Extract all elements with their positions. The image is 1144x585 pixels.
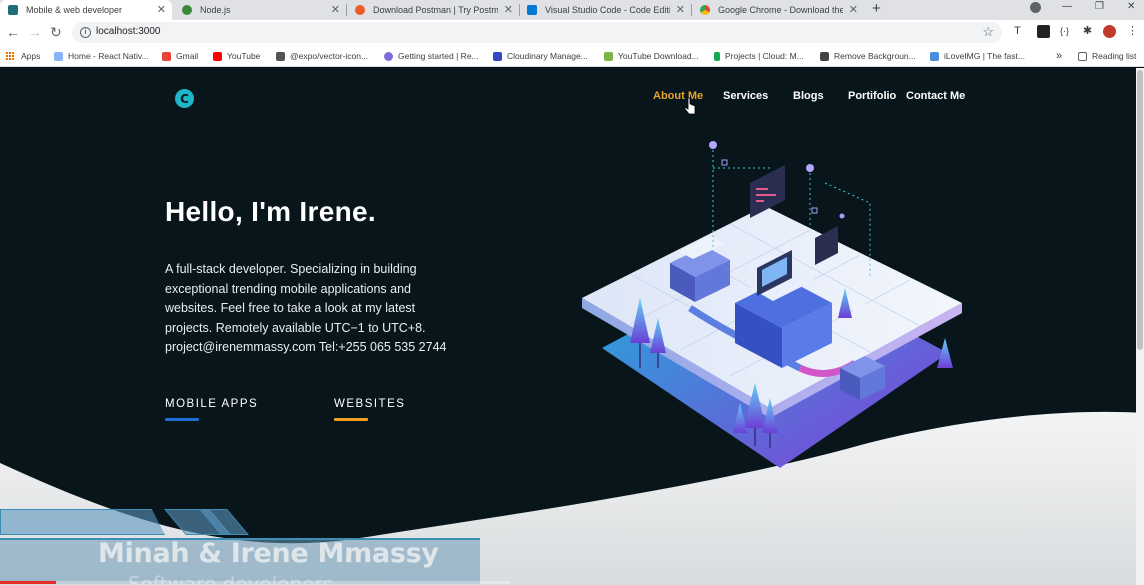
browser-toolbar: ← → ↻ i localhost:3000 ☆ T {·} ✱ ⋮ <box>0 20 1144 45</box>
extensions-puzzle-icon[interactable]: ✱ <box>1081 25 1094 38</box>
minimize-icon[interactable]: — <box>1062 0 1072 14</box>
extension-code-icon[interactable]: {·} <box>1058 25 1071 38</box>
url-text[interactable]: localhost:3000 <box>96 26 161 37</box>
window-close-icon[interactable]: ✕ <box>1127 0 1135 14</box>
reading-list-label: Reading list <box>1092 51 1137 61</box>
scrollbar-thumb[interactable] <box>1137 70 1143 350</box>
close-icon[interactable]: ✕ <box>676 3 685 16</box>
video-progress-fill <box>0 581 57 584</box>
category-underline <box>165 418 199 421</box>
bookmark-getting-started[interactable]: Getting started | Re... <box>384 49 479 63</box>
bookmark-cloudinary[interactable]: Cloudinary Manage... <box>493 49 588 63</box>
bookmark-gmail[interactable]: Gmail <box>162 49 198 63</box>
site-logo[interactable]: C <box>175 89 194 108</box>
isometric-workspace-illustration <box>582 141 962 468</box>
github-icon <box>276 51 285 61</box>
bookmark-youtube-downloader[interactable]: YouTube Download... <box>604 49 699 63</box>
tab-title: Download Postman | Try Postman <box>373 5 498 15</box>
bookmark-star-icon[interactable]: ☆ <box>982 24 994 40</box>
reload-icon[interactable]: ↻ <box>50 23 62 41</box>
bookmark-label: Projects | Cloud: M... <box>725 51 804 61</box>
bookmark-label: YouTube <box>227 51 261 61</box>
tab-strip: Mobile & web developer ✕ Node.js ✕ Downl… <box>0 0 1144 20</box>
redux-icon <box>384 51 393 61</box>
category-underline <box>334 418 368 421</box>
bookmark-label: @expo/vector-icon... <box>290 51 369 61</box>
nav-blogs[interactable]: Blogs <box>793 90 824 102</box>
react-icon <box>54 51 63 61</box>
site-info-icon[interactable]: i <box>80 27 91 38</box>
hero-title: Hello, I'm Irene. <box>165 196 376 227</box>
close-icon[interactable]: ✕ <box>331 3 340 16</box>
category-websites[interactable]: WEBSITES <box>334 398 405 410</box>
tab-favicon-icon <box>8 5 18 15</box>
remove-bg-icon <box>820 51 829 61</box>
category-mobile-apps[interactable]: MOBILE APPS <box>165 398 258 410</box>
new-tab-button[interactable]: + <box>872 0 881 18</box>
tab-favicon-icon <box>527 5 537 15</box>
address-bar[interactable]: i localhost:3000 ☆ <box>72 22 1002 43</box>
bookmark-remove-background[interactable]: Remove Backgroun... <box>820 49 916 63</box>
bookmark-react-native[interactable]: Home - React Nativ... <box>54 49 149 63</box>
forward-icon[interactable]: → <box>28 23 42 41</box>
iloveimg-heart-icon <box>930 51 939 61</box>
tab-chrome-download[interactable]: Google Chrome - Download the ✕ <box>692 0 864 20</box>
extension-dark-icon[interactable] <box>1037 25 1050 38</box>
close-icon[interactable]: ✕ <box>157 3 166 16</box>
cloudinary-icon <box>493 51 502 61</box>
bookmark-label: Home - React Nativ... <box>68 51 149 61</box>
mouse-cursor-icon <box>684 97 696 115</box>
reading-list-icon <box>1078 51 1087 61</box>
gmail-icon <box>162 51 171 61</box>
apps-grid-icon <box>6 52 14 60</box>
tab-title: Google Chrome - Download the <box>718 5 843 15</box>
nav-portifolio[interactable]: Portifolio <box>848 90 896 102</box>
bookmark-mongodb-projects[interactable]: Projects | Cloud: M... <box>714 49 804 63</box>
logo-letter: C <box>180 91 189 106</box>
presenter-name: Minah & Irene Mmassy <box>98 538 439 569</box>
tab-favicon-icon <box>355 5 365 15</box>
youtube-icon <box>213 51 222 61</box>
nav-contact-me[interactable]: Contact Me <box>906 90 965 102</box>
back-icon[interactable]: ← <box>6 23 20 41</box>
tab-title: Mobile & web developer <box>26 5 123 15</box>
user-avatar-icon[interactable] <box>1103 25 1116 38</box>
hero-description: A full-stack developer. Specializing in … <box>165 262 447 354</box>
page-scrollbar[interactable] <box>1136 68 1144 585</box>
tab-postman[interactable]: Download Postman | Try Postman ✕ <box>347 0 520 20</box>
bookmarks-overflow-chevron[interactable]: » <box>1056 49 1062 63</box>
extension-text-icon[interactable]: T <box>1011 25 1024 38</box>
reading-list-button[interactable]: Reading list <box>1078 49 1136 63</box>
profile-icon[interactable] <box>1030 2 1041 13</box>
close-icon[interactable]: ✕ <box>849 3 858 16</box>
bookmark-expo-vector-icons[interactable]: @expo/vector-icon... <box>276 49 368 63</box>
bookmark-iloveimg[interactable]: iLoveIMG | The fast... <box>930 49 1025 63</box>
nav-services[interactable]: Services <box>723 90 768 102</box>
bookmark-label: Gmail <box>176 51 199 61</box>
bookmark-label: Getting started | Re... <box>398 51 479 61</box>
video-progress-bar[interactable] <box>0 581 510 584</box>
tab-nodejs[interactable]: Node.js ✕ <box>174 0 347 20</box>
bookmark-label: YouTube Download... <box>618 51 699 61</box>
portfolio-page: C About Me Services Blogs Portifolio Con… <box>0 68 1144 585</box>
bookmark-label: Remove Backgroun... <box>834 51 916 61</box>
tab-title: Visual Studio Code - Code Editing <box>545 5 670 15</box>
bookmarks-bar: Apps Home - React Nativ... Gmail YouTube… <box>0 45 1144 67</box>
restore-icon[interactable]: ❐ <box>1095 0 1104 14</box>
bookmark-label: iLoveIMG | The fast... <box>944 51 1025 61</box>
android-icon <box>604 51 613 61</box>
mongodb-leaf-icon <box>714 51 720 61</box>
tab-favicon-icon <box>182 5 192 15</box>
tab-title: Node.js <box>200 5 231 15</box>
bookmark-label: Apps <box>21 51 41 61</box>
menu-kebab-icon[interactable]: ⋮ <box>1126 25 1139 38</box>
tab-favicon-icon <box>700 5 710 15</box>
close-icon[interactable]: ✕ <box>504 3 513 16</box>
tab-vscode[interactable]: Visual Studio Code - Code Editing ✕ <box>519 0 692 20</box>
lower-third-stripe <box>0 509 165 535</box>
bookmark-label: Cloudinary Manage... <box>507 51 588 61</box>
bookmark-youtube[interactable]: YouTube <box>213 49 260 63</box>
bookmark-apps[interactable]: Apps <box>6 49 40 63</box>
tab-mobile-web-developer[interactable]: Mobile & web developer ✕ <box>0 0 172 20</box>
